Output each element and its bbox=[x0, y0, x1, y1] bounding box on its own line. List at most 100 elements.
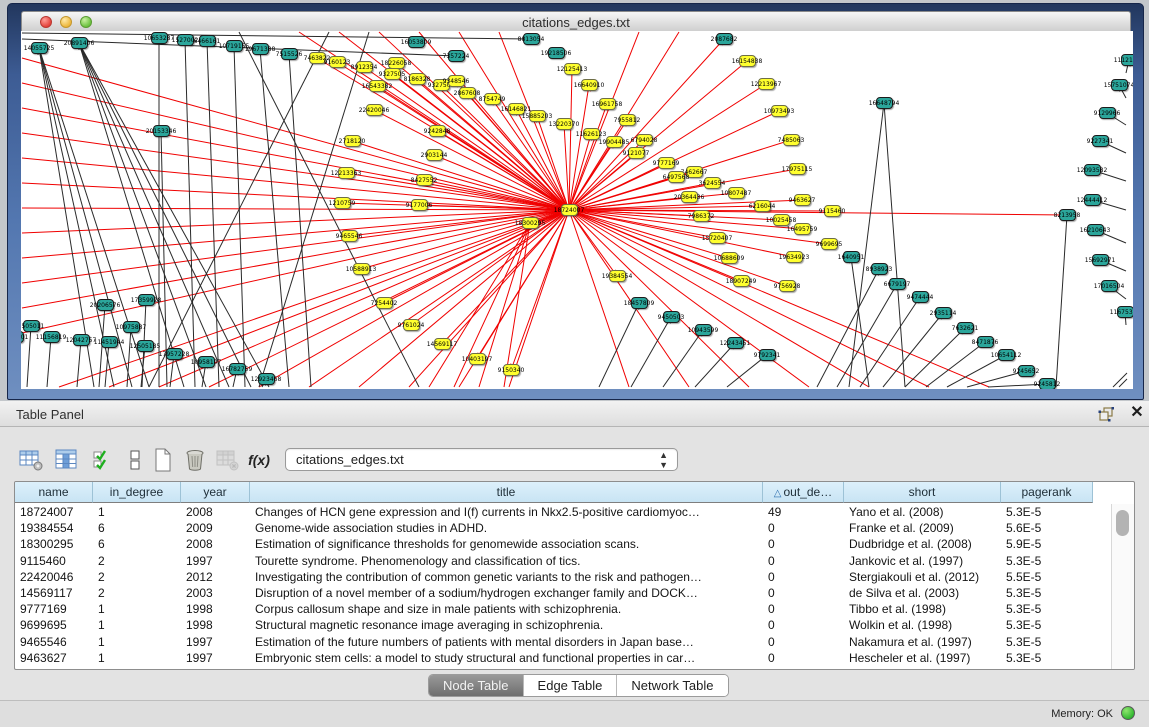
graph-node[interactable]: 9177006 bbox=[411, 199, 428, 211]
function-icon[interactable]: f(x) bbox=[246, 447, 272, 473]
graph-node[interactable]: 17975115 bbox=[789, 163, 806, 175]
table-row[interactable]: 946554611997Estimation of the future num… bbox=[15, 634, 1093, 650]
graph-node[interactable]: 9450503 bbox=[663, 311, 680, 323]
column-header-title[interactable]: title bbox=[250, 482, 763, 503]
graph-node[interactable]: 3624554 bbox=[704, 177, 721, 189]
graph-node[interactable]: 19634923 bbox=[786, 251, 803, 263]
graph-node[interactable]: 12923468 bbox=[258, 373, 275, 385]
graph-node[interactable]: 20153346 bbox=[153, 125, 170, 137]
graph-node[interactable]: 6794028 bbox=[636, 134, 653, 146]
graph-node[interactable]: 17957228 bbox=[166, 348, 183, 360]
graph-node[interactable]: 10958107 bbox=[198, 356, 215, 368]
graph-node[interactable]: 2718120 bbox=[344, 135, 361, 147]
graph-node[interactable]: 14569117 bbox=[434, 338, 451, 350]
graph-node[interactable]: 8813054 bbox=[523, 33, 540, 45]
graph-node[interactable]: 9327505 bbox=[384, 68, 401, 80]
graph-node[interactable]: 9761024 bbox=[403, 319, 420, 331]
column-header-out_de[interactable]: △out_de… bbox=[763, 482, 844, 503]
graph-node[interactable]: 19384554 bbox=[609, 270, 626, 282]
graph-node[interactable]: 18300295 bbox=[522, 217, 539, 229]
graph-node[interactable]: 13220370 bbox=[556, 118, 573, 130]
graph-node[interactable]: 18907249 bbox=[733, 275, 750, 287]
graph-node[interactable]: 10403197 bbox=[469, 353, 486, 365]
graph-node[interactable]: 16543382 bbox=[369, 80, 386, 92]
graph-node[interactable]: 9474444 bbox=[912, 291, 929, 303]
graph-node[interactable]: 2867608 bbox=[459, 87, 476, 99]
graph-node[interactable]: 15692971 bbox=[1092, 254, 1109, 266]
graph-node[interactable]: 17016504 bbox=[1101, 280, 1118, 292]
graph-node[interactable]: 2903144 bbox=[426, 149, 443, 161]
column-header-short[interactable]: short bbox=[844, 482, 1001, 503]
table-row[interactable]: 2242004622012Investigating the contribut… bbox=[15, 569, 1093, 585]
graph-node[interactable]: 9245812 bbox=[1039, 378, 1056, 389]
graph-node[interactable]: 9777169 bbox=[658, 157, 675, 169]
graph-node[interactable]: 12444412 bbox=[1084, 194, 1101, 206]
graph-node[interactable]: 7515526 bbox=[281, 48, 298, 60]
table-select-dropdown[interactable]: citations_edges.txt▲▼ bbox=[285, 448, 678, 471]
graph-node[interactable]: 16210643 bbox=[1087, 224, 1104, 236]
tab-edge-table[interactable]: Edge Table bbox=[524, 675, 618, 696]
table-row[interactable]: 911546021997Tourette syndrome. Phenomeno… bbox=[15, 553, 1093, 569]
graph-node[interactable]: 8213958 bbox=[1059, 209, 1076, 221]
graph-node[interactable]: 1210759 bbox=[334, 197, 351, 209]
graph-node[interactable]: 12042757 bbox=[73, 334, 90, 346]
graph-node[interactable]: 9245652 bbox=[1018, 365, 1035, 377]
graph-node[interactable]: 15720407 bbox=[709, 232, 726, 244]
graph-node[interactable]: 7357224 bbox=[448, 50, 465, 62]
column-header-in_degree[interactable]: in_degree bbox=[93, 482, 181, 503]
graph-node[interactable]: 9121077 bbox=[628, 147, 645, 159]
graph-node[interactable]: 6216044 bbox=[754, 200, 771, 212]
vertical-scrollbar[interactable] bbox=[1111, 504, 1134, 669]
graph-node[interactable]: 7986372 bbox=[693, 210, 710, 222]
graph-node[interactable]: 16495759 bbox=[794, 223, 811, 235]
graph-node[interactable]: 16961758 bbox=[599, 98, 616, 110]
graph-node[interactable]: 12125413 bbox=[564, 63, 581, 75]
column-header-pagerank[interactable]: pagerank bbox=[1001, 482, 1093, 503]
new-document-icon[interactable] bbox=[150, 447, 176, 473]
graph-node[interactable]: 9129966 bbox=[1099, 107, 1116, 119]
graph-node[interactable]: 18457809 bbox=[631, 297, 648, 309]
graph-node[interactable]: 11451944 bbox=[101, 336, 118, 348]
graph-node[interactable]: 10688609 bbox=[721, 252, 738, 264]
graph-node[interactable]: 8938923 bbox=[871, 263, 888, 275]
graph-node[interactable]: 6497568 bbox=[668, 171, 685, 183]
graph-node[interactable]: 11121831 bbox=[1121, 54, 1134, 66]
graph-node[interactable]: 8471876 bbox=[977, 336, 994, 348]
graph-node[interactable]: 10975887 bbox=[123, 321, 140, 333]
graph-node[interactable]: 9465546 bbox=[341, 230, 358, 242]
float-window-icon[interactable] bbox=[1098, 406, 1115, 422]
graph-node[interactable]: 10943599 bbox=[695, 324, 712, 336]
graph-node[interactable]: 19218506 bbox=[548, 47, 565, 59]
graph-node[interactable]: 16154838 bbox=[739, 55, 756, 67]
graph-node[interactable]: 16782759 bbox=[229, 363, 246, 375]
graph-node[interactable]: 9160123 bbox=[329, 56, 346, 68]
table-row[interactable]: 1872400712008Changes of HCN gene express… bbox=[15, 504, 1093, 520]
graph-node[interactable]: 11626123 bbox=[583, 128, 600, 140]
table-row[interactable]: 1830029562008Estimation of significance … bbox=[15, 536, 1093, 552]
graph-node[interactable]: 7632621 bbox=[957, 322, 974, 334]
column-header-year[interactable]: year bbox=[181, 482, 250, 503]
graph-node[interactable]: 19671388 bbox=[252, 43, 269, 55]
graph-node[interactable]: 10588913 bbox=[353, 263, 370, 275]
graph-node[interactable]: 1527002 bbox=[177, 34, 194, 46]
graph-node[interactable]: 3915401 bbox=[21, 331, 24, 343]
graph-node[interactable]: 10973493 bbox=[771, 105, 788, 117]
graph-node[interactable]: 9150340 bbox=[503, 364, 520, 376]
graph-node[interactable]: 14055725 bbox=[31, 42, 48, 54]
graph-node[interactable]: 8427552 bbox=[416, 174, 433, 186]
table-row[interactable]: 946362711997Embryonic stem cells: a mode… bbox=[15, 650, 1093, 666]
trash-icon[interactable] bbox=[182, 447, 208, 473]
graph-node[interactable]: 15885203 bbox=[529, 110, 546, 122]
graph-node[interactable]: 20206576 bbox=[97, 299, 114, 311]
table-row[interactable]: 1938455462009Genome-wide association stu… bbox=[15, 520, 1093, 536]
graph-node[interactable]: 9792341 bbox=[759, 349, 776, 361]
network-canvas[interactable]: 1872400714055725208914061065328715270026… bbox=[21, 31, 1133, 389]
close-icon[interactable]: ✕ bbox=[1128, 404, 1146, 422]
column-header-name[interactable]: name bbox=[15, 482, 93, 503]
graph-node[interactable]: 10025458 bbox=[773, 214, 790, 226]
graph-node[interactable]: 9463627 bbox=[794, 194, 811, 206]
graph-node[interactable]: 8912354 bbox=[356, 61, 373, 73]
graph-node[interactable]: 9699695 bbox=[821, 238, 838, 250]
graph-node[interactable]: 12093582 bbox=[1084, 164, 1101, 176]
show-columns-icon[interactable] bbox=[53, 447, 79, 473]
